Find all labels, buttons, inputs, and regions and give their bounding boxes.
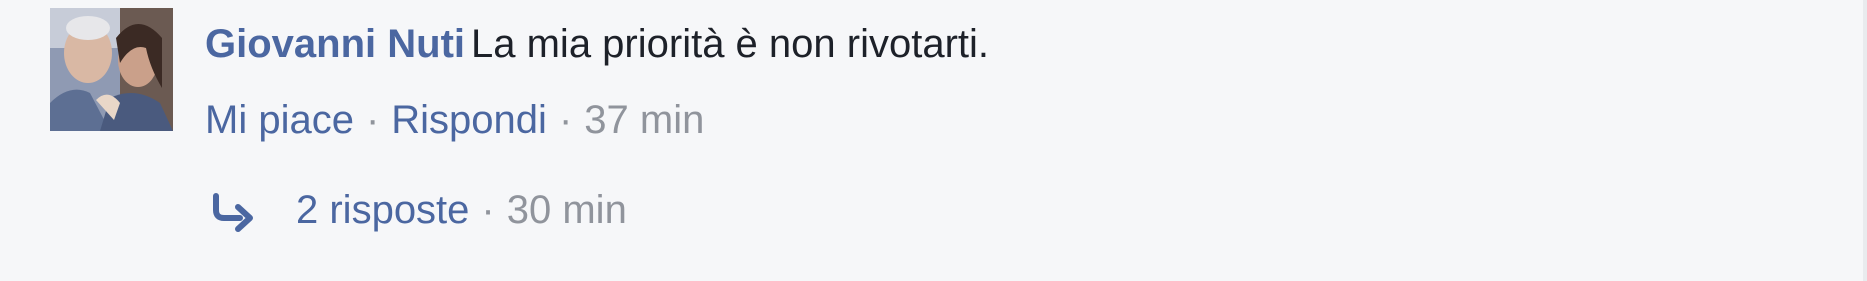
comment: Giovanni Nuti La mia priorità è non rivot… [0,0,1867,281]
reply-link[interactable]: Rispondi [391,98,547,142]
comment-body: Giovanni Nuti La mia priorità è non rivot… [205,12,1847,76]
avatar-photo [50,8,173,131]
replies-timestamp: 30 min [506,188,627,232]
separator: · [481,188,495,232]
panel-edge [1863,0,1867,281]
replies-link[interactable]: 2 risposte [296,178,469,242]
comment-timestamp[interactable]: 37 min [584,98,704,142]
comment-line: Giovanni Nuti La mia priorità è non rivot… [205,12,1847,76]
replies-row[interactable]: 2 risposte · 30 min [210,178,627,242]
comment-text: La mia priorità è non rivotarti. [471,22,990,66]
avatar[interactable] [50,8,173,131]
reply-arrow-icon [210,192,256,232]
separator: · [365,98,380,142]
separator: · [558,98,573,142]
comment-actions: Mi piace · Rispondi · 37 min [205,88,704,152]
like-link[interactable]: Mi piace [205,98,354,142]
author-link[interactable]: Giovanni Nuti [205,22,465,66]
